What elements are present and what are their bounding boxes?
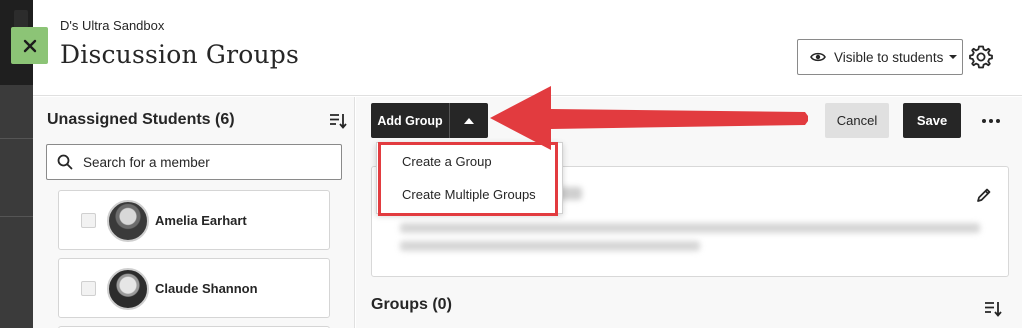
gear-icon[interactable] (968, 44, 994, 70)
groups-title: Groups (0) (371, 296, 452, 313)
avatar (107, 200, 149, 242)
menu-item-create-group[interactable]: Create a Group (402, 154, 492, 169)
unassigned-students-column: Unassigned Students (6) Search for a mem… (33, 97, 355, 328)
member-name: Amelia Earhart (155, 213, 247, 228)
add-group-menu: Create a Group Create Multiple Groups (376, 142, 563, 214)
page-title: Discussion Groups (60, 40, 300, 69)
unassigned-students-title: Unassigned Students (6) (47, 111, 235, 128)
dot (996, 118, 1000, 123)
close-icon (23, 39, 36, 52)
save-button[interactable]: Save (903, 103, 961, 138)
member-card[interactable]: Amelia Earhart (58, 190, 330, 250)
member-checkbox[interactable] (81, 213, 96, 228)
close-panel-button[interactable] (11, 27, 48, 64)
blurred-text (400, 223, 980, 233)
discussion-groups-panel: D's Ultra Sandbox Discussion Groups Visi… (33, 0, 1022, 328)
member-checkbox[interactable] (81, 281, 96, 296)
menu-item-create-multiple-groups[interactable]: Create Multiple Groups (402, 187, 536, 202)
search-member-input[interactable]: Search for a member (46, 144, 342, 180)
search-icon (57, 154, 73, 170)
visibility-dropdown-button[interactable]: Visible to students (797, 39, 963, 75)
divider (0, 216, 33, 217)
sort-icon[interactable] (329, 112, 347, 130)
add-group-split-button: Add Group (371, 103, 488, 138)
add-group-button[interactable]: Add Group (371, 103, 450, 138)
sort-icon[interactable] (984, 300, 1002, 318)
dot (982, 118, 986, 123)
dot (989, 118, 993, 123)
chevron-up-icon (464, 117, 474, 124)
search-placeholder: Search for a member (83, 154, 210, 170)
visibility-label: Visible to students (834, 49, 944, 65)
course-name: D's Ultra Sandbox (60, 18, 165, 33)
more-options-button[interactable] (976, 108, 1006, 133)
member-name: Claude Shannon (155, 281, 258, 296)
home-icon (14, 10, 28, 28)
panel-header: D's Ultra Sandbox Discussion Groups Visi… (33, 0, 1022, 96)
blurred-text (400, 241, 700, 251)
add-group-menu-toggle[interactable] (450, 103, 488, 138)
member-card[interactable]: Claude Shannon (58, 258, 330, 318)
groups-area: Add Group Cancel Save Create a Group Cre… (356, 97, 1022, 328)
chevron-down-icon (949, 55, 958, 59)
eye-icon (810, 51, 826, 63)
cancel-button[interactable]: Cancel (825, 103, 889, 138)
avatar (107, 268, 149, 310)
pencil-icon[interactable] (976, 187, 992, 203)
divider (0, 138, 33, 139)
